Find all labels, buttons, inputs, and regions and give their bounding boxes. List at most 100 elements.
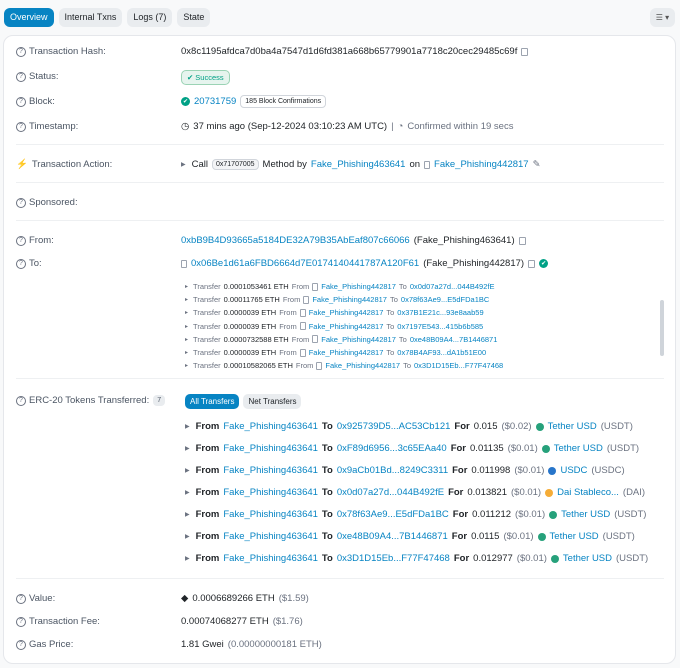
block-label: ? Block: [16, 96, 55, 107]
contract-icon [312, 335, 319, 344]
dai-token-icon [545, 488, 554, 497]
caret-right-icon: ▸ [185, 323, 189, 330]
from-address-link[interactable]: 0xbB9B4D93665a5184DE32A79B35AbEaf807c660… [181, 235, 410, 246]
divider [16, 144, 664, 145]
erc20-tabs: All Transfers Net Transfers [185, 394, 302, 409]
erc20-from-link[interactable]: Fake_Phishing463641 [223, 531, 318, 542]
erc20-to-link[interactable]: 0x9aCb01Bd...8249C3311 [337, 465, 448, 476]
erc20-from-link[interactable]: Fake_Phishing463641 [223, 421, 318, 432]
token-link[interactable]: Tether USD [554, 443, 603, 454]
tab-internal-txns[interactable]: Internal Txns [58, 8, 123, 27]
erc20-from-link[interactable]: Fake_Phishing463641 [223, 509, 318, 520]
token-link[interactable]: Tether USD [550, 531, 599, 542]
copy-icon[interactable] [521, 47, 529, 56]
transfer-from-link[interactable]: Fake_Phishing442817 [309, 322, 384, 331]
tab-all-transfers[interactable]: All Transfers [185, 394, 240, 409]
internal-transfer-row: ▸ Transfer 0.00011765 ETH From Fake_Phishing… [185, 295, 490, 305]
erc20-to-link[interactable]: 0xF89d6956...3c65EAa40 [337, 443, 447, 454]
erc20-to-link[interactable]: 0xe48B09A4...7B1446871 [337, 531, 448, 542]
caret-right-icon: ▶ [185, 490, 190, 496]
divider [16, 378, 664, 379]
list-menu-button[interactable]: ☰ ▾ [650, 8, 675, 27]
erc20-transfer-row: ▶ From Fake_Phishing463641 To 0xe48B09A4...7… [185, 531, 635, 542]
value-label: ? Value: [16, 593, 55, 604]
transfer-to-link[interactable]: 0x78B4AF93...dA1b51E00 [397, 348, 486, 357]
transfer-to-link[interactable]: 0xe48B09A4...7B1446871 [410, 335, 498, 344]
tab-bar: Overview Internal Txns Logs (7) State [4, 8, 211, 27]
contract-icon [303, 295, 310, 304]
timestamp-value: ◷ 37 mins ago (Sep-12-2024 03:10:23 AM U… [181, 121, 514, 132]
internal-transfer-row: ▸ Transfer 0.0000039 ETH From Fake_Phishing4… [185, 308, 484, 318]
fee-label: ? Transaction Fee: [16, 616, 100, 627]
transfer-from-link[interactable]: Fake_Phishing442817 [321, 282, 396, 291]
to-address-link[interactable]: 0x06Be1d61a6FBD6664d7E0174140441787A120F… [191, 258, 419, 269]
to-label: ? To: [16, 258, 42, 269]
divider [16, 220, 664, 221]
token-link[interactable]: Dai Stableco... [557, 487, 619, 498]
help-icon: ? [16, 46, 26, 57]
transfers-scrollbar[interactable] [660, 300, 664, 356]
tab-state[interactable]: State [177, 8, 211, 27]
tether-token-icon [549, 510, 558, 519]
caret-right-icon: ▸ [185, 310, 189, 317]
token-link[interactable]: Tether USD [563, 553, 612, 564]
contract-icon [312, 282, 319, 291]
action-value: ▶ Call 0x71707005 Method by Fake_Phishin… [181, 159, 541, 170]
erc20-from-link[interactable]: Fake_Phishing463641 [223, 465, 318, 476]
caret-right-icon: ▸ [185, 350, 189, 357]
help-icon: ? [16, 258, 26, 269]
transfer-from-link[interactable]: Fake_Phishing442817 [321, 335, 396, 344]
transfer-from-link[interactable]: Fake_Phishing442817 [312, 295, 387, 304]
transfer-to-link[interactable]: 0x0d07a27d...044B492fE [410, 282, 495, 291]
erc20-transfer-row: ▶ From Fake_Phishing463641 To 0x78f63Ae9...E… [185, 509, 647, 520]
caret-right-icon: ▶ [185, 446, 190, 452]
tab-logs[interactable]: Logs (7) [127, 8, 173, 27]
contract-icon [299, 322, 306, 331]
transfer-from-link[interactable]: Fake_Phishing442817 [309, 348, 384, 357]
transfer-from-link[interactable]: Fake_Phishing442817 [309, 308, 384, 317]
lightning-icon: ⚡ [16, 159, 28, 170]
tether-token-icon [537, 532, 546, 541]
help-icon: ? [16, 395, 26, 406]
edit-icon[interactable]: ✎ [533, 159, 541, 170]
transfer-to-link[interactable]: 0x78f63Ae9...E5dFDa1BC [401, 295, 489, 304]
erc20-to-link[interactable]: 0x925739D5...AC53Cb121 [337, 421, 451, 432]
timer-icon: ◔ [397, 121, 404, 132]
copy-icon[interactable] [518, 236, 526, 245]
caret-right-icon: ▶ [185, 468, 190, 474]
token-link[interactable]: Tether USD [561, 509, 610, 520]
divider [16, 578, 664, 579]
internal-transfer-row: ▸ Transfer 0.0000039 ETH From Fake_Phishing4… [185, 321, 484, 331]
erc20-to-link[interactable]: 0x78f63Ae9...E5dFDa1BC [337, 509, 449, 520]
caret-right-icon: ▸ [185, 363, 189, 370]
caret-right-icon: ▸ [185, 336, 189, 343]
tab-net-transfers[interactable]: Net Transfers [243, 394, 302, 409]
contract-icon [424, 160, 431, 169]
transfer-from-link[interactable]: Fake_Phishing442817 [325, 361, 400, 370]
erc20-to-link[interactable]: 0x3D1D15Eb...F77F47468 [337, 553, 450, 564]
transfer-to-link[interactable]: 0x3D1D15Eb...F77F47468 [414, 361, 503, 370]
help-icon: ? [16, 71, 26, 82]
erc20-transfer-row: ▶ From Fake_Phishing463641 To 0xF89d6956...3… [185, 443, 640, 454]
token-link[interactable]: USDC [560, 465, 587, 476]
tab-overview[interactable]: Overview [4, 8, 54, 27]
tx-hash-text: 0x8c1195afdca7d0ba4a7547d1d6fd381a668b65… [181, 46, 518, 57]
caret-right-icon: ▸ [185, 297, 189, 304]
block-number-link[interactable]: 20731759 [194, 96, 236, 107]
contract-link[interactable]: Fake_Phishing442817 [434, 159, 529, 170]
erc20-to-link[interactable]: 0x0d07a27d...044B492fE [337, 487, 444, 498]
token-link[interactable]: Tether USD [548, 421, 597, 432]
copy-icon[interactable] [528, 259, 536, 268]
check-circle-icon: ✔ [181, 97, 190, 106]
erc20-from-link[interactable]: Fake_Phishing463641 [223, 443, 318, 454]
method-by-link[interactable]: Fake_Phishing463641 [311, 159, 406, 170]
clock-icon: ◷ [181, 121, 190, 132]
caret-right-icon: ▶ [185, 556, 190, 562]
transfer-to-link[interactable]: 0x37B1E21c...93e8aab59 [397, 308, 483, 317]
transfer-to-link[interactable]: 0x7197E543...415b6b585 [397, 322, 483, 331]
tx-hash-label: ? Transaction Hash: [16, 46, 106, 57]
contract-icon [316, 361, 323, 370]
erc20-from-link[interactable]: Fake_Phishing463641 [223, 553, 318, 564]
internal-transfers-list[interactable]: ▸ Transfer 0.0001053461 ETH From Fake_Phishi… [185, 280, 665, 370]
erc20-from-link[interactable]: Fake_Phishing463641 [223, 487, 318, 498]
